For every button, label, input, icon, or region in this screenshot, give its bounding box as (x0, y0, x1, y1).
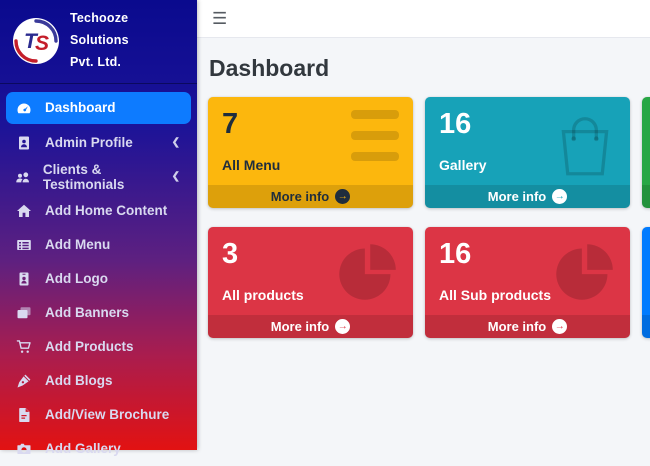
main-area: ☰ Dashboard 7 All Menu More info 16 Ga (197, 0, 650, 450)
sidebar-item-add-blogs[interactable]: Add Blogs (6, 364, 191, 398)
sidebar: T S Techooze Solutions Pvt. Ltd. Dashboa… (0, 0, 197, 450)
content: Dashboard 7 All Menu More info 16 Galler… (197, 38, 650, 338)
home-icon (14, 203, 34, 219)
infobox-value: 16 (439, 238, 616, 271)
chevron-left-icon: ❮ (172, 137, 183, 148)
id-card-icon (14, 135, 34, 151)
infobox-all-menu: 7 All Menu More info (208, 97, 413, 208)
cart-icon (14, 339, 34, 355)
more-info-link[interactable]: More info (425, 315, 630, 338)
arrow-circle-right-icon (552, 189, 567, 204)
sidebar-item-admin-profile[interactable]: Admin Profile ❮ (6, 126, 191, 160)
infobox-gallery: 16 Gallery More info (425, 97, 630, 208)
infobox-value: 7 (222, 108, 399, 141)
sidebar-item-add-menu[interactable]: Add Menu (6, 228, 191, 262)
images-icon (14, 305, 34, 321)
infobox-label: Gallery (439, 157, 616, 173)
infobox-value: 3 (222, 238, 399, 271)
brand-name: Techooze Solutions Pvt. Ltd. (70, 8, 187, 74)
top-navbar: ☰ (197, 0, 650, 38)
infobox-all-products: 3 All products More info (208, 227, 413, 338)
infobox-partial-blue (642, 227, 650, 338)
page-title: Dashboard (209, 55, 650, 82)
brand-link[interactable]: T S Techooze Solutions Pvt. Ltd. (0, 0, 197, 84)
infobox-partial-green (642, 97, 650, 208)
sidebar-item-add-banners[interactable]: Add Banners (6, 296, 191, 330)
id-badge-icon (14, 271, 34, 287)
chevron-left-icon: ❮ (172, 171, 183, 182)
arrow-circle-right-icon (335, 319, 350, 334)
sidebar-item-add-home-content[interactable]: Add Home Content (6, 194, 191, 228)
arrow-circle-right-icon (552, 319, 567, 334)
infobox-label: All products (222, 287, 399, 303)
svg-text:S: S (35, 32, 49, 55)
camera-icon (14, 441, 34, 457)
infobox-grid: 7 All Menu More info 16 Gallery (208, 97, 650, 338)
infobox-label: All Menu (222, 157, 399, 173)
infobox-all-sub-products: 16 All Sub products More info (425, 227, 630, 338)
sidebar-item-add-products[interactable]: Add Products (6, 330, 191, 364)
sidebar-item-dashboard[interactable]: Dashboard (6, 92, 191, 124)
more-info-link[interactable]: More info (208, 315, 413, 338)
menu-toggle-icon[interactable]: ☰ (212, 10, 227, 27)
more-info-link[interactable]: More info (208, 185, 413, 208)
tachometer-icon (14, 100, 34, 116)
infobox-value: 16 (439, 108, 616, 141)
pen-icon (14, 373, 34, 389)
more-info-link[interactable]: More info (425, 185, 630, 208)
infobox-label: All Sub products (439, 287, 616, 303)
sidebar-item-add-gallery[interactable]: Add Gallery (6, 432, 191, 466)
sidebar-nav: Dashboard Admin Profile ❮ Clients & Test… (0, 84, 197, 466)
list-icon (14, 237, 34, 253)
sidebar-item-clients-testimonials[interactable]: Clients & Testimonials ❮ (6, 160, 191, 194)
more-info-link[interactable] (642, 315, 650, 338)
more-info-link[interactable] (642, 185, 650, 208)
file-pdf-icon (14, 407, 34, 423)
brand-logo-icon: T S (12, 17, 60, 65)
sidebar-item-add-logo[interactable]: Add Logo (6, 262, 191, 296)
users-icon (14, 169, 32, 185)
sidebar-item-add-view-brochure[interactable]: Add/View Brochure (6, 398, 191, 432)
arrow-circle-right-icon (335, 189, 350, 204)
